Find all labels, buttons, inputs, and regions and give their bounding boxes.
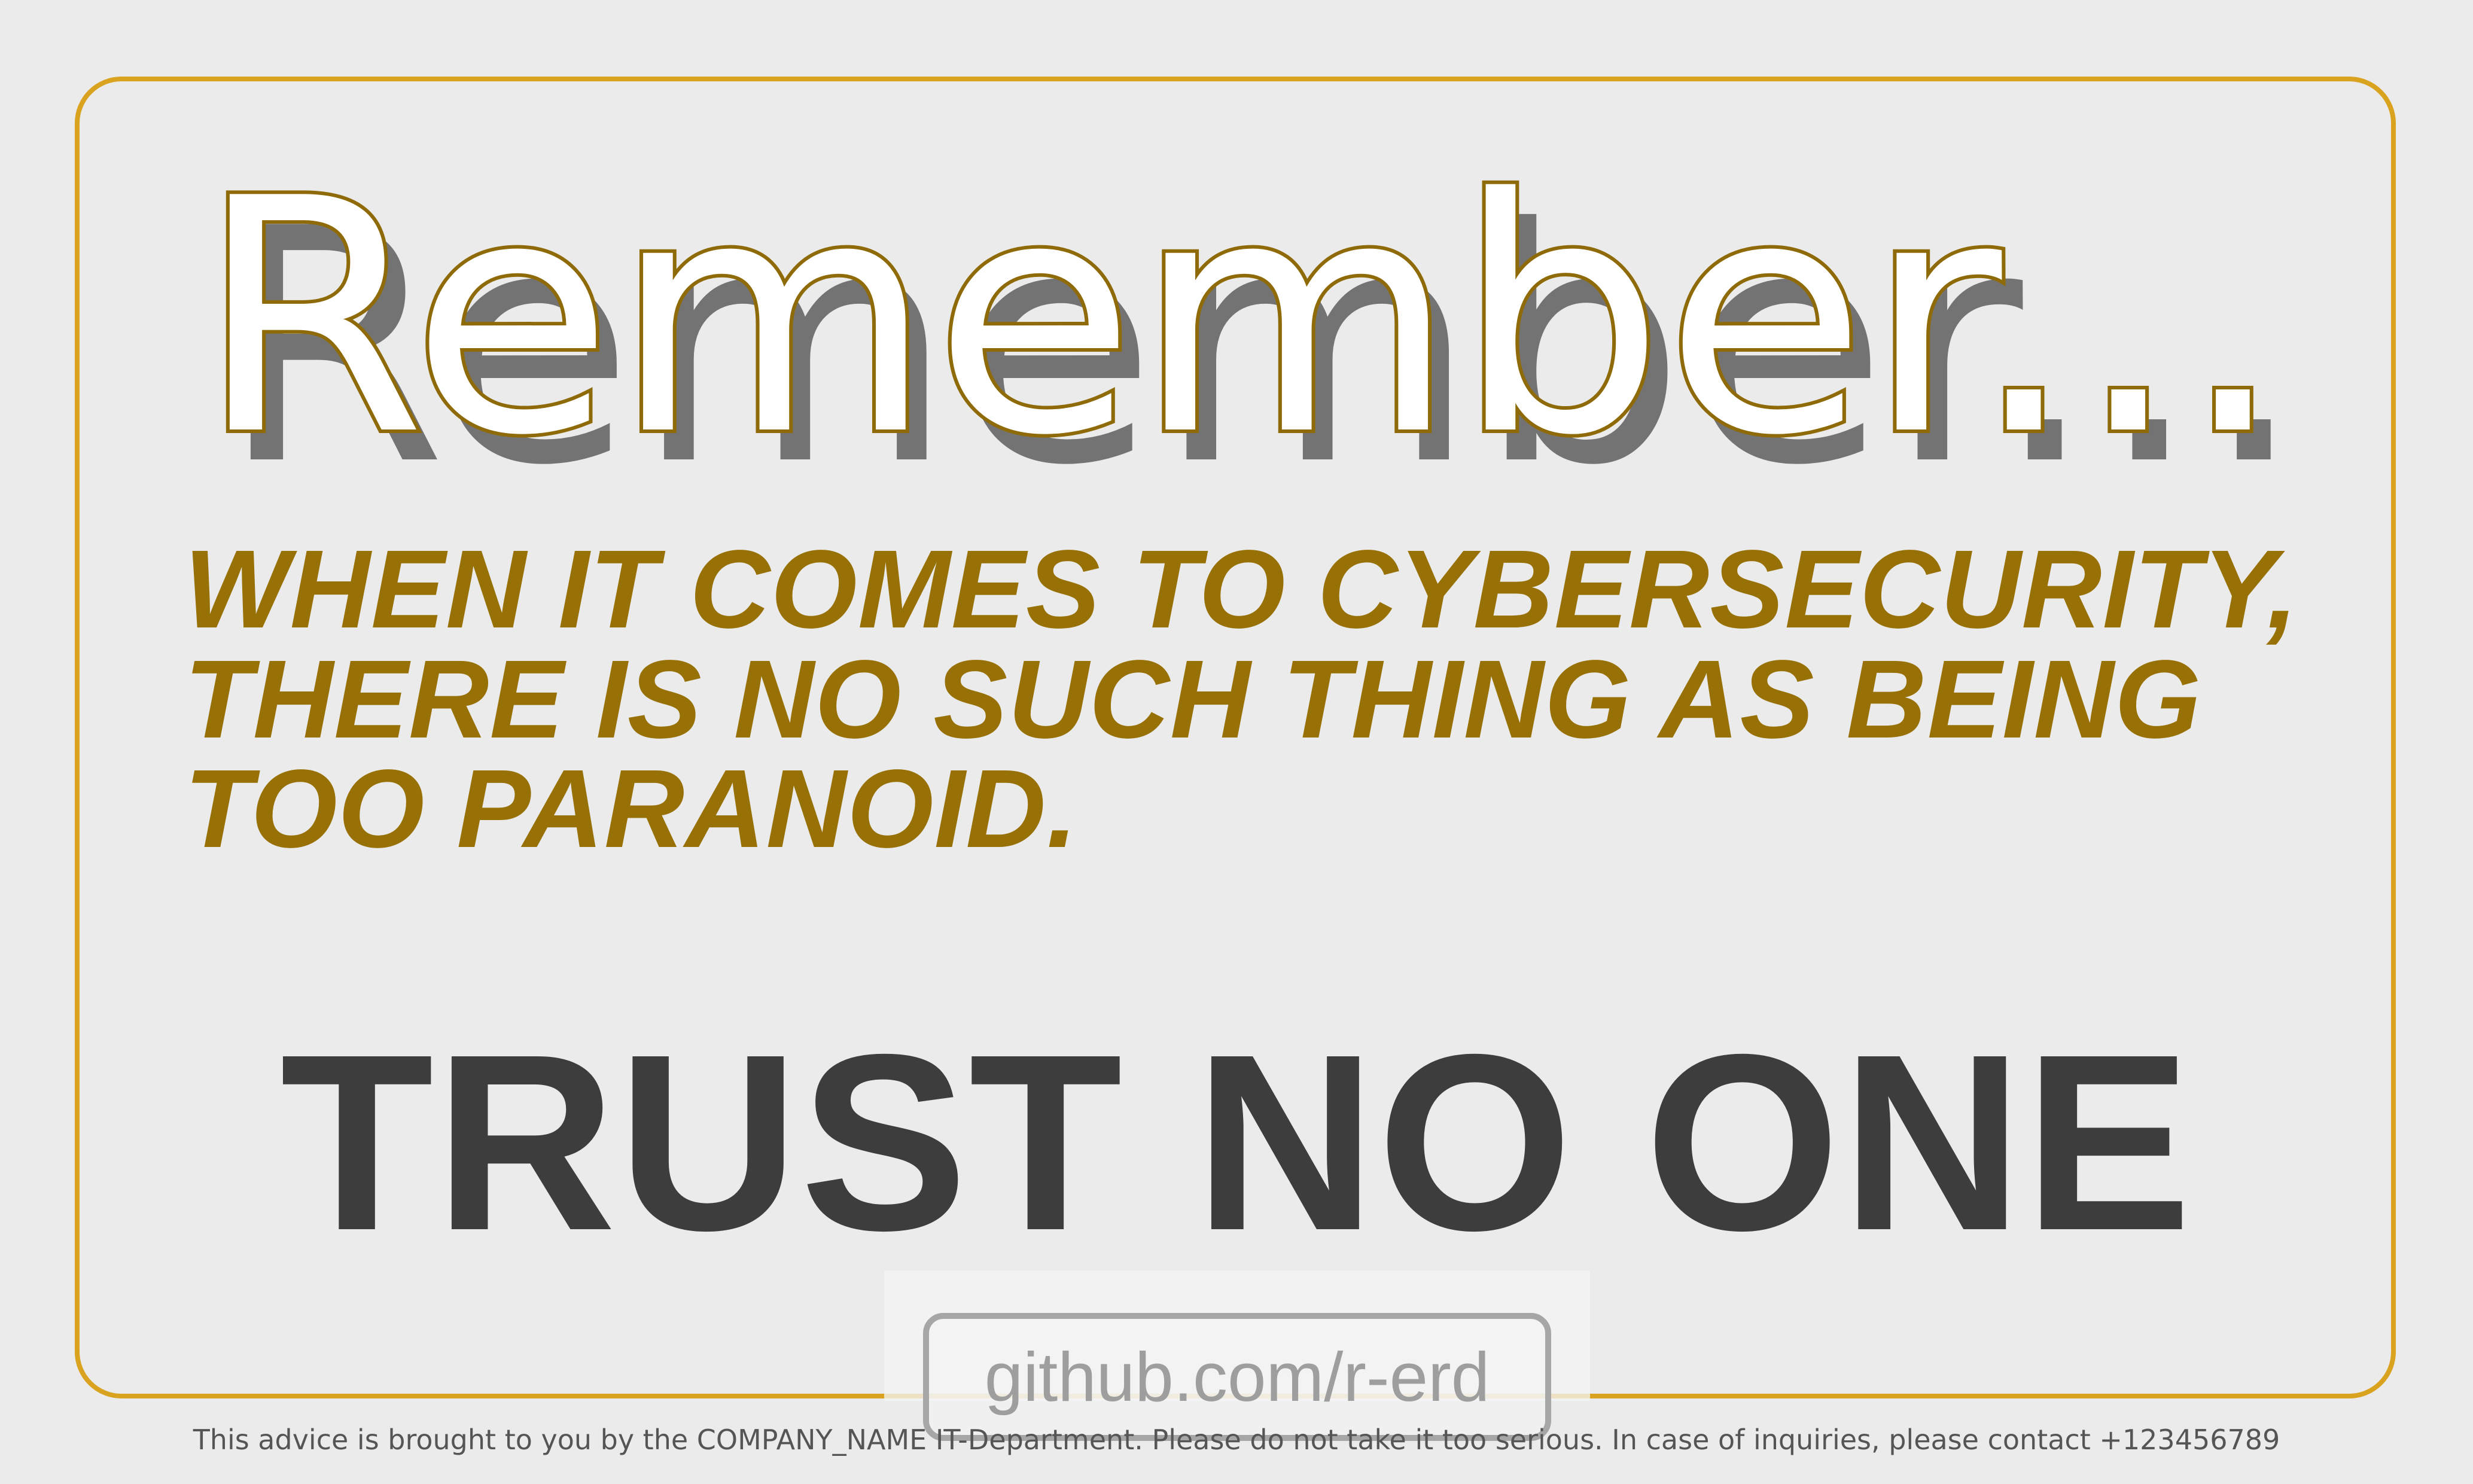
headline-text: Remember...: [197, 130, 2285, 506]
subtitle-line-3: TOO PARANOID.: [184, 747, 1079, 871]
main-slogan: TRUST NO ONE: [280, 1002, 2193, 1283]
credit-link[interactable]: github.com/r-erd: [985, 1342, 1490, 1412]
footer-note: This advice is brought to you by the COM…: [193, 1424, 2280, 1456]
subtitle-line-1: WHEN IT COMES TO CYBERSECURITY,: [184, 528, 2299, 651]
headline: Remember... Remember...: [194, 127, 2306, 536]
credit-badge: github.com/r-erd: [923, 1313, 1551, 1441]
subtitle-line-2: THERE IS NO SUCH THING AS BEING: [184, 638, 2202, 761]
